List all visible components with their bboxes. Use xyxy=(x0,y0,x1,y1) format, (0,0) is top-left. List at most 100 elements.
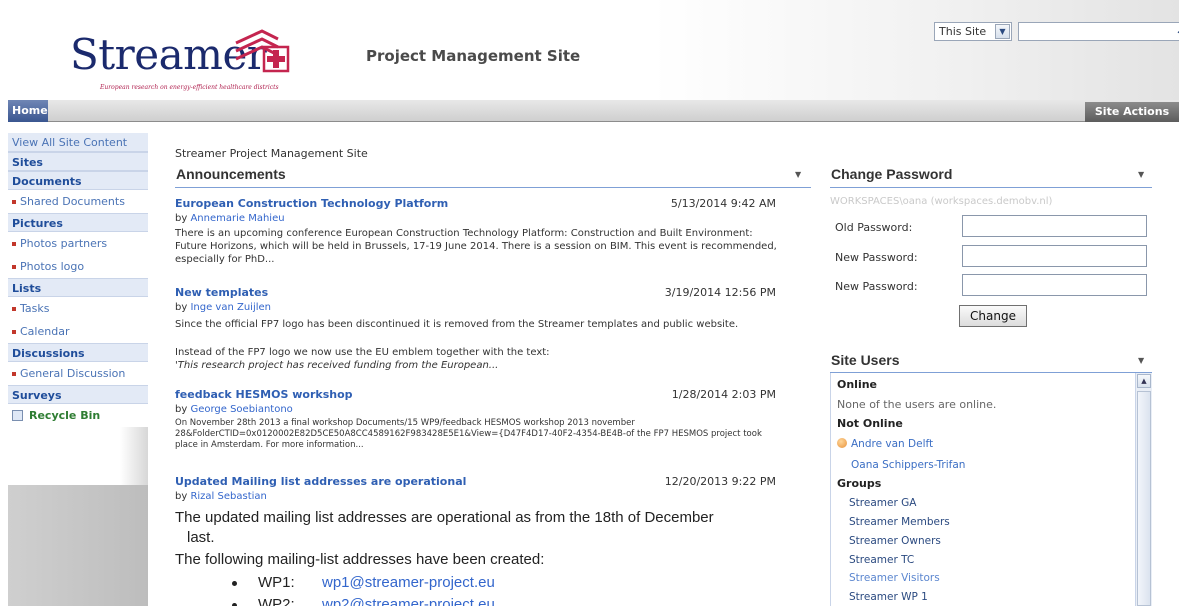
recycle-bin-link[interactable]: Recycle Bin xyxy=(8,404,148,427)
old-password-field[interactable] xyxy=(962,215,1147,237)
announcement-title[interactable]: feedback HESMOS workshop xyxy=(175,388,353,401)
site-users-title[interactable]: Site Users xyxy=(831,352,899,368)
site-actions-menu[interactable]: Site Actions xyxy=(1085,102,1179,122)
quick-launch-heading-discussions[interactable]: Discussions xyxy=(8,343,148,362)
change-password-menu-icon[interactable]: ▼ xyxy=(1138,170,1144,179)
announcement-title[interactable]: Updated Mailing list addresses are opera… xyxy=(175,475,466,488)
quick-launch: View All Site Content Sites Documents Sh… xyxy=(8,133,148,606)
quick-launch-item-calendar[interactable]: Calendar xyxy=(8,320,148,343)
site-users-menu-icon[interactable]: ▼ xyxy=(1138,356,1144,365)
announcement-date: 1/28/2014 2:03 PM xyxy=(671,388,776,401)
change-password-button[interactable]: Change xyxy=(959,305,1027,327)
announcement-title[interactable]: European Construction Technology Platfor… xyxy=(175,197,448,210)
announcements-title[interactable]: Announcements xyxy=(176,166,286,182)
quick-launch-item-photos-partners[interactable]: Photos partners xyxy=(8,232,148,255)
quick-launch-item-shared-documents[interactable]: Shared Documents xyxy=(8,190,148,213)
quick-launch-item-label: Calendar xyxy=(20,325,70,338)
recycle-bin-icon xyxy=(12,410,23,421)
groups-heading: Groups xyxy=(837,477,882,490)
group-link[interactable]: Streamer TC xyxy=(849,554,914,566)
group-link[interactable]: Streamer Members xyxy=(849,516,950,528)
logo-tagline: European research on energy-efficient he… xyxy=(100,84,279,91)
announcement-byline: by Inge van Zuijlen xyxy=(175,302,271,313)
old-password-label: Old Password: xyxy=(835,221,913,234)
quick-launch-heading-sites[interactable]: Sites xyxy=(8,152,148,171)
new-password-label: New Password: xyxy=(835,251,918,264)
bullet-icon xyxy=(12,200,16,204)
site-title: Project Management Site xyxy=(366,47,581,65)
quick-launch-heading-surveys[interactable]: Surveys xyxy=(8,385,148,404)
quick-launch-item-tasks[interactable]: Tasks xyxy=(8,297,148,320)
quick-launch-heading-documents[interactable]: Documents xyxy=(8,171,148,190)
announcement-date: 12/20/2013 9:22 PM xyxy=(664,475,776,488)
announcement-author-link[interactable]: Annemarie Mahieu xyxy=(190,213,284,224)
quick-launch-item-photos-logo[interactable]: Photos logo xyxy=(8,255,148,278)
not-online-heading: Not Online xyxy=(837,417,903,430)
chevron-down-icon[interactable]: ▼ xyxy=(995,24,1010,39)
tab-home[interactable]: Home xyxy=(8,100,48,122)
list-item-label: WP1: xyxy=(258,574,295,591)
bullet-icon xyxy=(12,330,16,334)
announcement-body-line: Instead of the FP7 logo we now use the E… xyxy=(175,347,550,358)
view-all-content-link[interactable]: View All Site Content xyxy=(8,133,148,152)
announcements-menu-icon[interactable]: ▼ xyxy=(795,170,801,179)
email-link[interactable]: wp2@streamer-project.eu xyxy=(322,596,495,606)
announcement-date: 3/19/2014 12:56 PM xyxy=(664,286,776,299)
presence-icon xyxy=(837,438,847,448)
quick-launch-panel: View All Site Content Sites Documents Sh… xyxy=(8,133,148,427)
change-password-title[interactable]: Change Password xyxy=(831,166,952,182)
confirm-password-label: New Password: xyxy=(835,280,918,293)
quick-launch-item-label: Photos partners xyxy=(20,237,108,250)
search-scope-select[interactable]: This Site ▼ xyxy=(934,22,1012,41)
scrollbar-thumb[interactable] xyxy=(1137,391,1151,606)
user-link[interactable]: Andre van Delft xyxy=(837,438,933,450)
new-password-field[interactable] xyxy=(962,245,1147,267)
change-password-title-rule xyxy=(830,187,1152,188)
quick-launch-item-general-discussion[interactable]: General Discussion xyxy=(8,362,148,385)
online-status-text: None of the users are online. xyxy=(837,398,997,411)
search-scope-value: This Site xyxy=(939,25,987,38)
user-link[interactable]: Oana Schippers-Trifan xyxy=(851,459,965,471)
announcement-body: Since the official FP7 logo has been dis… xyxy=(175,319,739,330)
announcement-byline: by Annemarie Mahieu xyxy=(175,213,285,224)
search-input[interactable] xyxy=(1018,22,1179,41)
chevron-up-icon[interactable]: ▲ xyxy=(1137,374,1151,388)
group-link[interactable]: Streamer Visitors xyxy=(849,572,940,584)
site-header: Streamer European research on energy-eff… xyxy=(8,0,1179,100)
announcement-body: On November 28th 2013 a final workshop D… xyxy=(175,418,762,450)
quick-launch-heading-pictures[interactable]: Pictures xyxy=(8,213,148,232)
byline-prefix: by xyxy=(175,213,188,224)
byline-prefix: by xyxy=(175,302,188,313)
byline-prefix: by xyxy=(175,491,188,502)
group-link[interactable]: Streamer WP 1 xyxy=(849,591,928,603)
online-heading: Online xyxy=(837,378,878,391)
quick-launch-item-label: Shared Documents xyxy=(20,195,125,208)
recycle-bin-label: Recycle Bin xyxy=(29,409,101,422)
users-scrollbar[interactable]: ▲ xyxy=(1135,373,1152,606)
announcement-body: There is an upcoming conference European… xyxy=(175,228,777,265)
bullet-icon xyxy=(12,372,16,376)
bullet-icon xyxy=(232,581,237,586)
group-link[interactable]: Streamer GA xyxy=(849,497,916,509)
quick-launch-item-label: Photos logo xyxy=(20,260,85,273)
bullet-icon xyxy=(12,242,16,246)
announcement-byline: by Rizal Sebastian xyxy=(175,491,267,502)
account-name: WORKSPACES\oana (workspaces.demobv.nl) xyxy=(830,196,1053,207)
site-users-list: Online None of the users are online. Not… xyxy=(830,373,1152,606)
email-link[interactable]: wp1@streamer-project.eu xyxy=(322,574,495,591)
announcement-title[interactable]: New templates xyxy=(175,286,268,299)
group-link[interactable]: Streamer Owners xyxy=(849,535,941,547)
breadcrumb: Streamer Project Management Site xyxy=(175,147,368,160)
announcements-title-rule xyxy=(175,187,811,188)
announcement-author-link[interactable]: George Soebiantono xyxy=(190,404,292,415)
announcement-author-link[interactable]: Rizal Sebastian xyxy=(190,491,266,502)
bullet-icon xyxy=(12,307,16,311)
confirm-password-field[interactable] xyxy=(962,274,1147,296)
logo-building-icon xyxy=(235,29,290,73)
list-item: WP1: wp1@streamer-project.eu xyxy=(232,574,532,594)
announcement-author-link[interactable]: Inge van Zuijlen xyxy=(190,302,271,313)
announcement-body-cont: last. xyxy=(187,529,215,546)
quick-launch-heading-lists[interactable]: Lists xyxy=(8,278,148,297)
announcement-byline: by George Soebiantono xyxy=(175,404,293,415)
bullet-icon xyxy=(12,265,16,269)
